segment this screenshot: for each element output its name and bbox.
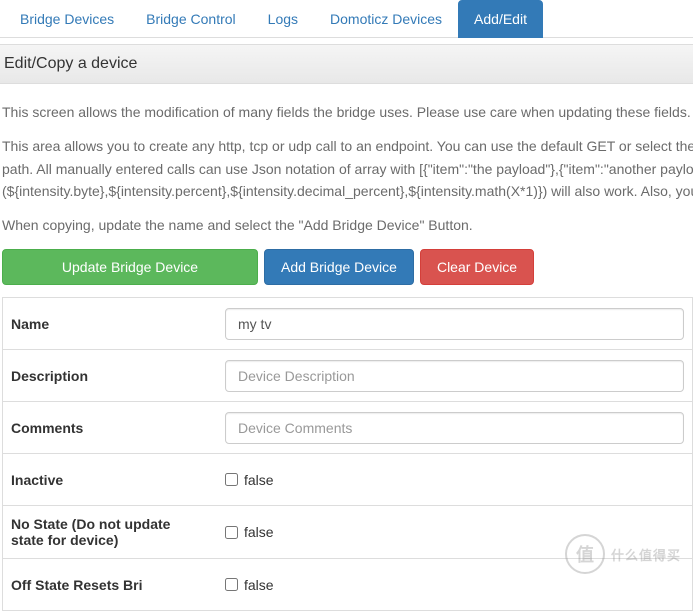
description-text-2: This area allows you to create any http,… — [2, 136, 693, 156]
inactive-label: Inactive — [3, 462, 209, 498]
description-text-5: When copying, update the name and select… — [2, 215, 693, 235]
offstate-value: false — [244, 577, 274, 593]
tab-add-edit[interactable]: Add/Edit — [458, 0, 543, 38]
panel-title: Edit/Copy a device — [0, 44, 693, 84]
tab-logs[interactable]: Logs — [252, 0, 314, 38]
nostate-label: No State (Do not update state for device… — [3, 506, 209, 558]
tab-bridge-control[interactable]: Bridge Control — [130, 0, 252, 38]
name-input[interactable] — [225, 308, 684, 340]
device-form: Name Description Comments Inactive false — [2, 297, 693, 611]
tab-domoticz-devices[interactable]: Domoticz Devices — [314, 0, 458, 38]
add-bridge-device-button[interactable]: Add Bridge Device — [264, 249, 414, 285]
tab-bridge-devices[interactable]: Bridge Devices — [4, 0, 130, 38]
nav-tabs: Bridge Devices Bridge Control Logs Domot… — [0, 0, 693, 38]
description-text-3: path. All manually entered calls can use… — [2, 159, 693, 179]
comments-label: Comments — [3, 410, 209, 446]
clear-device-button[interactable]: Clear Device — [420, 249, 534, 285]
button-row: Update Bridge Device Add Bridge Device C… — [2, 249, 693, 285]
offstate-label: Off State Resets Bri — [3, 567, 209, 603]
name-label: Name — [3, 306, 209, 342]
nostate-value: false — [244, 524, 274, 540]
inactive-checkbox[interactable] — [225, 473, 238, 486]
description-text-4: (${intensity.byte},${intensity.percent},… — [2, 181, 693, 201]
inactive-value: false — [244, 472, 274, 488]
offstate-checkbox[interactable] — [225, 578, 238, 591]
update-bridge-device-button[interactable]: Update Bridge Device — [2, 249, 258, 285]
description-text-1: This screen allows the modification of m… — [2, 102, 693, 122]
description-input[interactable] — [225, 360, 684, 392]
description-label: Description — [3, 358, 209, 394]
comments-input[interactable] — [225, 412, 684, 444]
nostate-checkbox[interactable] — [225, 526, 238, 539]
